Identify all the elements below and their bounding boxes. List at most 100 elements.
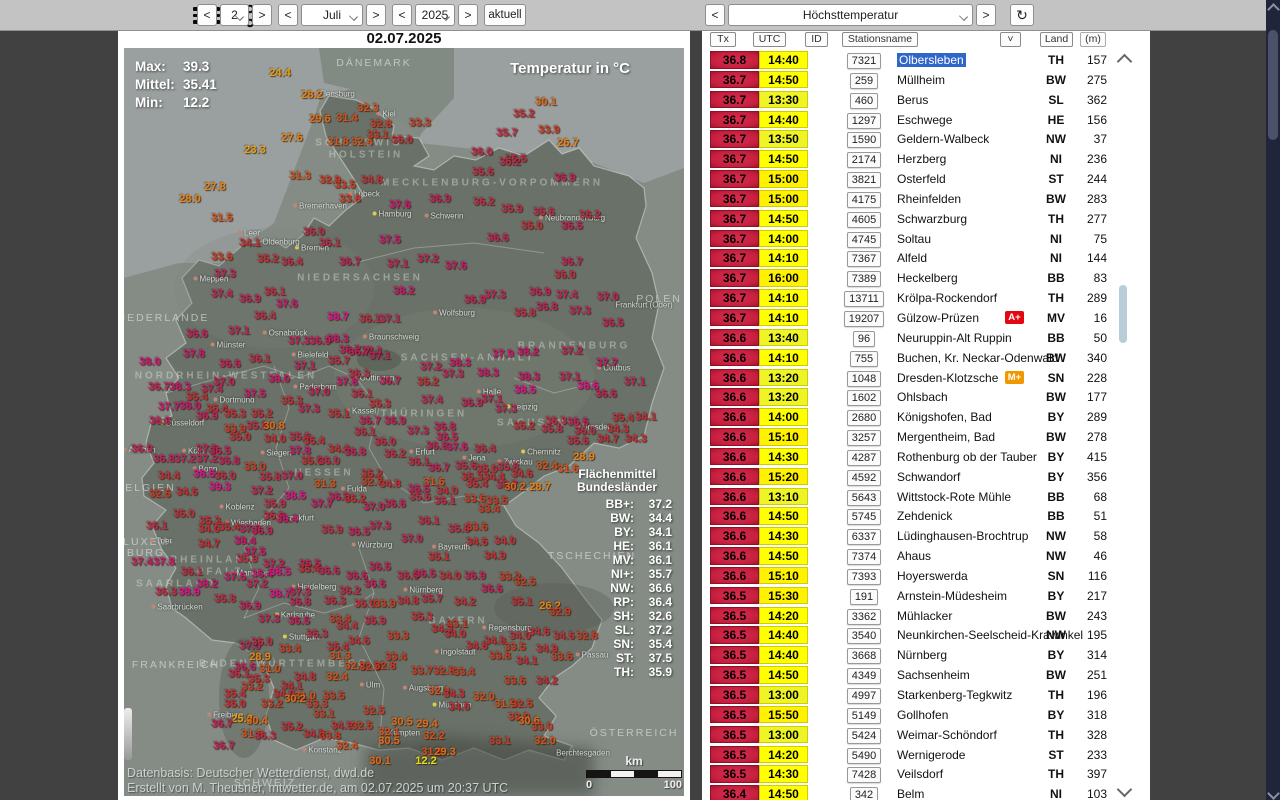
table-row[interactable]: 36.814:407321OlberslebenTH157 — [702, 50, 1132, 70]
station-name[interactable]: Mergentheim, Bad — [897, 429, 995, 445]
station-id-button[interactable]: 1590 — [830, 130, 898, 148]
table-row[interactable]: 36.414:50342BelmNI103 — [702, 784, 1132, 800]
header-land[interactable]: Land — [1040, 32, 1073, 47]
station-id-button[interactable]: 755 — [830, 349, 898, 367]
table-row[interactable]: 36.514:203362MühlackerBW243 — [702, 606, 1132, 626]
station-id-button[interactable]: 5490 — [830, 746, 898, 764]
table-row[interactable]: 36.614:10755Buchen, Kr. Neckar-OdenwaldB… — [702, 348, 1132, 368]
station-id-button[interactable]: 96 — [830, 329, 898, 347]
year-next-button[interactable]: > — [458, 4, 478, 26]
station-id-button[interactable]: 3821 — [830, 170, 898, 188]
year-select[interactable]: 2025 — [415, 4, 455, 26]
station-id-button[interactable]: 4745 — [830, 230, 898, 248]
table-row[interactable]: 36.614:304287Rothenburg ob der TauberBY4… — [702, 447, 1132, 467]
station-name[interactable]: Eschwege — [897, 112, 952, 128]
table-row[interactable]: 36.513:005424Weimar-SchöndorfTH328 — [702, 725, 1132, 745]
station-id-button[interactable]: 259 — [830, 71, 898, 89]
station-id-button[interactable]: 4349 — [830, 666, 898, 684]
station-id-button[interactable]: 4997 — [830, 686, 898, 704]
table-row[interactable]: 36.514:504349SachsenheimBW251 — [702, 665, 1132, 685]
station-name[interactable]: Lüdinghausen-Brochtrup — [897, 528, 1028, 544]
station-name[interactable]: Gülzow-Prüzen — [897, 310, 979, 326]
station-name[interactable]: Müllheim — [897, 72, 945, 88]
parameter-next-button[interactable]: > — [976, 4, 996, 26]
table-row[interactable]: 36.613:4096Neuruppin-Alt RuppinBB50 — [702, 328, 1132, 348]
station-id-button[interactable]: 1602 — [830, 388, 898, 406]
station-id-button[interactable]: 7321 — [830, 51, 898, 69]
station-name[interactable]: Heckelberg — [897, 270, 958, 286]
station-name[interactable]: Neuruppin-Alt Ruppin — [897, 330, 1012, 346]
station-id-button[interactable]: 7389 — [830, 269, 898, 287]
station-name[interactable]: Schwarzburg — [897, 211, 967, 227]
station-name[interactable]: Wittstock-Rote Mühle — [897, 489, 1011, 505]
station-name[interactable]: Wernigerode — [897, 747, 965, 763]
table-row[interactable]: 36.514:403540Neunkirchen-Seelscheid-Kraw… — [702, 625, 1132, 645]
header-altitude[interactable]: (m) — [1080, 32, 1106, 47]
month-next-button[interactable]: > — [366, 4, 386, 26]
table-row[interactable]: 36.714:401297EschwegeHE156 — [702, 110, 1132, 130]
parameter-prev-button[interactable]: < — [705, 4, 725, 26]
table-row[interactable]: 36.716:007389HeckelbergBB83 — [702, 268, 1132, 288]
table-row[interactable]: 36.714:004745SoltauNI75 — [702, 229, 1132, 249]
station-name[interactable]: Ohlsbach — [897, 389, 948, 405]
station-name[interactable]: Buchen, Kr. Neckar-Odenwald — [897, 350, 1058, 366]
year-prev-button[interactable]: < — [392, 4, 412, 26]
station-id-button[interactable]: 460 — [830, 91, 898, 109]
day-prev-button[interactable]: < — [197, 4, 217, 26]
header-filter-dropdown[interactable]: ˅ — [1000, 32, 1021, 47]
station-id-button[interactable]: 5149 — [830, 706, 898, 724]
table-row[interactable]: 36.514:403668NürnbergBY314 — [702, 645, 1132, 665]
table-row[interactable]: 36.614:505745ZehdenickBB51 — [702, 506, 1132, 526]
station-id-button[interactable]: 7367 — [830, 249, 898, 267]
station-name[interactable]: Osterfeld — [897, 171, 946, 187]
station-id-button[interactable]: 191 — [830, 587, 898, 605]
station-id-button[interactable]: 6337 — [830, 527, 898, 545]
table-row[interactable]: 36.715:004175RheinfeldenBW283 — [702, 189, 1132, 209]
table-row[interactable]: 36.513:004997Starkenberg-TegkwitzTH196 — [702, 685, 1132, 705]
station-id-button[interactable]: 19207 — [830, 309, 898, 327]
table-row[interactable]: 36.713:30460BerusSL362 — [702, 90, 1132, 110]
station-id-button[interactable]: 4605 — [830, 210, 898, 228]
station-name[interactable]: Berus — [897, 92, 928, 108]
station-id-button[interactable]: 3668 — [830, 646, 898, 664]
station-id-button[interactable]: 1048 — [830, 369, 898, 387]
station-id-button[interactable]: 5424 — [830, 726, 898, 744]
station-id-button[interactable]: 13711 — [830, 289, 898, 307]
table-row[interactable]: 36.714:1013711Krölpa-RockendorfTH289 — [702, 288, 1132, 308]
table-row[interactable]: 36.615:107393HoyerswerdaSN116 — [702, 566, 1132, 586]
station-id-button[interactable]: 2680 — [830, 408, 898, 426]
station-name[interactable]: Dresden-Klotzsche — [897, 370, 998, 386]
station-id-button[interactable]: 7428 — [830, 765, 898, 783]
station-name[interactable]: Veilsdorf — [897, 766, 943, 782]
table-row[interactable]: 36.714:50259MüllheimBW275 — [702, 70, 1132, 90]
day-next-button[interactable]: > — [252, 4, 272, 26]
table-row[interactable]: 36.615:103257Mergentheim, BadBW278 — [702, 427, 1132, 447]
station-name[interactable]: Königshofen, Bad — [897, 409, 992, 425]
station-id-button[interactable]: 5643 — [830, 488, 898, 506]
table-scrollbar-thumb[interactable] — [1119, 285, 1127, 343]
page-scrollbar[interactable] — [1266, 0, 1280, 800]
page-scrollbar-thumb[interactable] — [1268, 30, 1278, 140]
station-name[interactable]: Olbersleben — [897, 52, 966, 68]
station-id-button[interactable]: 7393 — [830, 567, 898, 585]
station-name[interactable]: Sachsenheim — [897, 667, 970, 683]
table-row[interactable]: 36.714:504605SchwarzburgTH277 — [702, 209, 1132, 229]
scroll-down-icon[interactable] — [1267, 787, 1280, 800]
station-name[interactable]: Ahaus — [897, 548, 931, 564]
table-row[interactable]: 36.613:201048Dresden-KlotzscheM+SN228 — [702, 368, 1132, 388]
station-name[interactable]: Weimar-Schöndorf — [897, 727, 997, 743]
station-name[interactable]: Nürnberg — [897, 647, 947, 663]
table-row[interactable]: 36.613:105643Wittstock-Rote MühleBB68 — [702, 487, 1132, 507]
station-name[interactable]: Herzberg — [897, 151, 946, 167]
map-zoom-slider[interactable] — [124, 708, 132, 760]
station-name[interactable]: Rheinfelden — [897, 191, 961, 207]
station-name[interactable]: Gollhofen — [897, 707, 948, 723]
month-select[interactable]: Juli — [301, 4, 363, 26]
table-row[interactable]: 36.614:507374AhausNW46 — [702, 546, 1132, 566]
month-prev-button[interactable]: < — [278, 4, 298, 26]
day-select[interactable]: 2 — [220, 4, 249, 26]
header-tx[interactable]: Tx — [710, 32, 736, 47]
table-row[interactable]: 36.715:003821OsterfeldST244 — [702, 169, 1132, 189]
table-row[interactable]: 36.714:107367AlfeldNI144 — [702, 248, 1132, 268]
refresh-button[interactable]: ↻ — [1010, 4, 1034, 26]
